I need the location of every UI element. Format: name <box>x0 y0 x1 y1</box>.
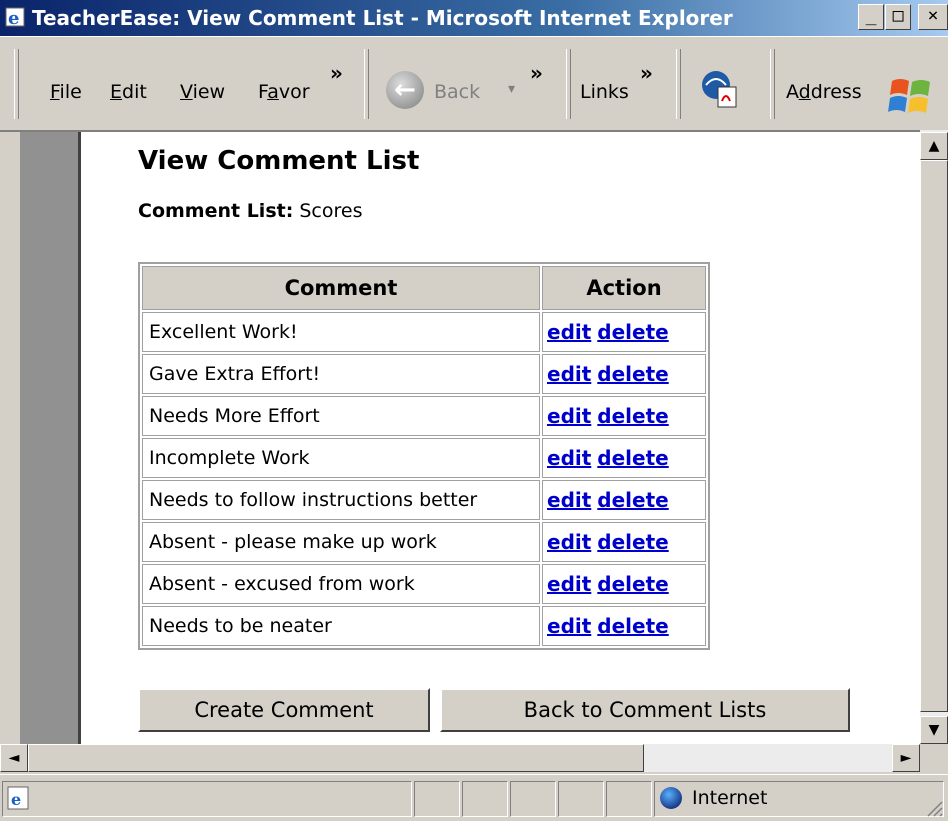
back-to-comment-lists-button[interactable]: Back to Comment Lists <box>440 688 850 732</box>
create-comment-button[interactable]: Create Comment <box>138 688 430 732</box>
table-row: Needs to follow instructions better edit d… <box>142 480 706 520</box>
action-cell: edit delete <box>542 480 706 520</box>
comment-list-label: Comment List: <box>138 200 294 222</box>
edit-link[interactable]: edit <box>547 572 591 596</box>
action-cell: edit delete <box>542 438 706 478</box>
back-dropdown-icon[interactable]: ▾ <box>508 81 515 97</box>
delete-link[interactable]: delete <box>597 488 668 512</box>
action-cell: edit delete <box>542 354 706 394</box>
menu-overflow-chevron[interactable]: » <box>330 61 343 85</box>
table-row: Absent - excused from work edit delete <box>142 564 706 604</box>
edit-link[interactable]: edit <box>547 446 591 470</box>
minimize-button[interactable]: _ <box>858 4 884 30</box>
comment-cell: Gave Extra Effort! <box>142 354 540 394</box>
status-bar: e Internet <box>0 774 948 821</box>
ie-window-icon[interactable]: e <box>4 5 28 29</box>
back-arrow-icon[interactable]: ← <box>386 71 424 109</box>
edit-link[interactable]: edit <box>547 320 591 344</box>
buttons-overflow-chevron[interactable]: » <box>530 61 543 85</box>
address-label[interactable]: Address <box>786 81 862 103</box>
header-action: Action <box>542 266 706 310</box>
scroll-down-button[interactable]: ▼ <box>920 716 948 744</box>
resize-grip-icon[interactable] <box>924 800 944 818</box>
delete-link[interactable]: delete <box>597 362 668 386</box>
svg-text:e: e <box>8 8 19 29</box>
toolbar-grip[interactable] <box>364 49 369 119</box>
vertical-scroll-thumb[interactable] <box>920 160 948 712</box>
delete-link[interactable]: delete <box>597 446 668 470</box>
table-row: Gave Extra Effort! edit delete <box>142 354 706 394</box>
action-cell: edit delete <box>542 312 706 352</box>
toolbar: File Edit View Favor » ← Back ▾ » Links … <box>0 36 948 130</box>
action-cell: edit delete <box>542 396 706 436</box>
delete-link[interactable]: delete <box>597 614 668 638</box>
maximize-button[interactable]: □ <box>885 4 911 30</box>
table-row: Excellent Work! edit delete <box>142 312 706 352</box>
comment-cell: Needs More Effort <box>142 396 540 436</box>
status-panel <box>462 781 508 817</box>
links-button[interactable]: Links <box>580 81 629 103</box>
action-cell: edit delete <box>542 522 706 562</box>
scroll-up-button[interactable]: ▲ <box>920 132 948 160</box>
status-text-panel <box>2 781 412 817</box>
horizontal-scrollbar[interactable]: ◄ ► <box>0 744 920 772</box>
header-comment: Comment <box>142 266 540 310</box>
edit-link[interactable]: edit <box>547 488 591 512</box>
toolbar-grip[interactable] <box>566 49 571 119</box>
status-panel <box>510 781 556 817</box>
table-row: Needs More Effort edit delete <box>142 396 706 436</box>
edit-link[interactable]: edit <box>547 614 591 638</box>
comment-list-name: Scores <box>299 200 363 222</box>
menu-view[interactable]: View <box>180 81 225 103</box>
scroll-right-button[interactable]: ► <box>892 744 920 772</box>
comment-cell: Excellent Work! <box>142 312 540 352</box>
menu-edit[interactable]: Edit <box>110 81 147 103</box>
comment-cell: Needs to follow instructions better <box>142 480 540 520</box>
windows-logo-icon <box>888 79 930 113</box>
action-cell: edit delete <box>542 564 706 604</box>
title-bar: e TeacherEase: View Comment List - Micro… <box>0 0 948 36</box>
status-panel <box>558 781 604 817</box>
page-viewport: View Comment List Comment List: Scores C… <box>0 130 920 744</box>
acrobat-pdf-icon[interactable] <box>696 67 740 111</box>
delete-link[interactable]: delete <box>597 404 668 428</box>
table-row: Needs to be neater edit delete <box>142 606 706 646</box>
window-left-border <box>0 132 20 744</box>
left-sidebar-frame <box>20 132 81 744</box>
links-overflow-chevron[interactable]: » <box>640 61 653 85</box>
edit-link[interactable]: edit <box>547 404 591 428</box>
comment-cell: Absent - please make up work <box>142 522 540 562</box>
edit-link[interactable]: edit <box>547 362 591 386</box>
scrollbar-corner <box>920 744 948 772</box>
edit-link[interactable]: edit <box>547 530 591 554</box>
back-button-label[interactable]: Back <box>434 81 480 103</box>
security-zone-label: Internet <box>692 787 768 809</box>
toolbar-grip[interactable] <box>676 49 681 119</box>
menu-favorites[interactable]: Favor <box>258 81 310 103</box>
page-title: View Comment List <box>138 146 420 176</box>
toolbar-grip[interactable] <box>770 49 775 119</box>
window-title: TeacherEase: View Comment List - Microso… <box>32 6 733 30</box>
delete-link[interactable]: delete <box>597 320 668 344</box>
internet-globe-icon <box>660 787 682 809</box>
comment-table: Comment Action Excellent Work! edit delete… <box>138 262 710 650</box>
scroll-left-button[interactable]: ◄ <box>0 744 28 772</box>
close-button[interactable]: × <box>918 4 948 30</box>
action-cell: edit delete <box>542 606 706 646</box>
comment-cell: Needs to be neater <box>142 606 540 646</box>
vertical-scrollbar[interactable]: ▲ ▼ <box>920 130 948 744</box>
delete-link[interactable]: delete <box>597 572 668 596</box>
delete-link[interactable]: delete <box>597 530 668 554</box>
table-header-row: Comment Action <box>142 266 706 310</box>
status-panel <box>414 781 460 817</box>
table-row: Absent - please make up work edit delete <box>142 522 706 562</box>
comment-list-line: Comment List: Scores <box>138 200 362 222</box>
comment-cell: Incomplete Work <box>142 438 540 478</box>
menu-file[interactable]: File <box>50 81 82 103</box>
horizontal-scroll-thumb[interactable] <box>28 744 644 772</box>
toolbar-grip[interactable] <box>14 49 19 119</box>
table-row: Incomplete Work edit delete <box>142 438 706 478</box>
status-panel <box>606 781 652 817</box>
comment-cell: Absent - excused from work <box>142 564 540 604</box>
